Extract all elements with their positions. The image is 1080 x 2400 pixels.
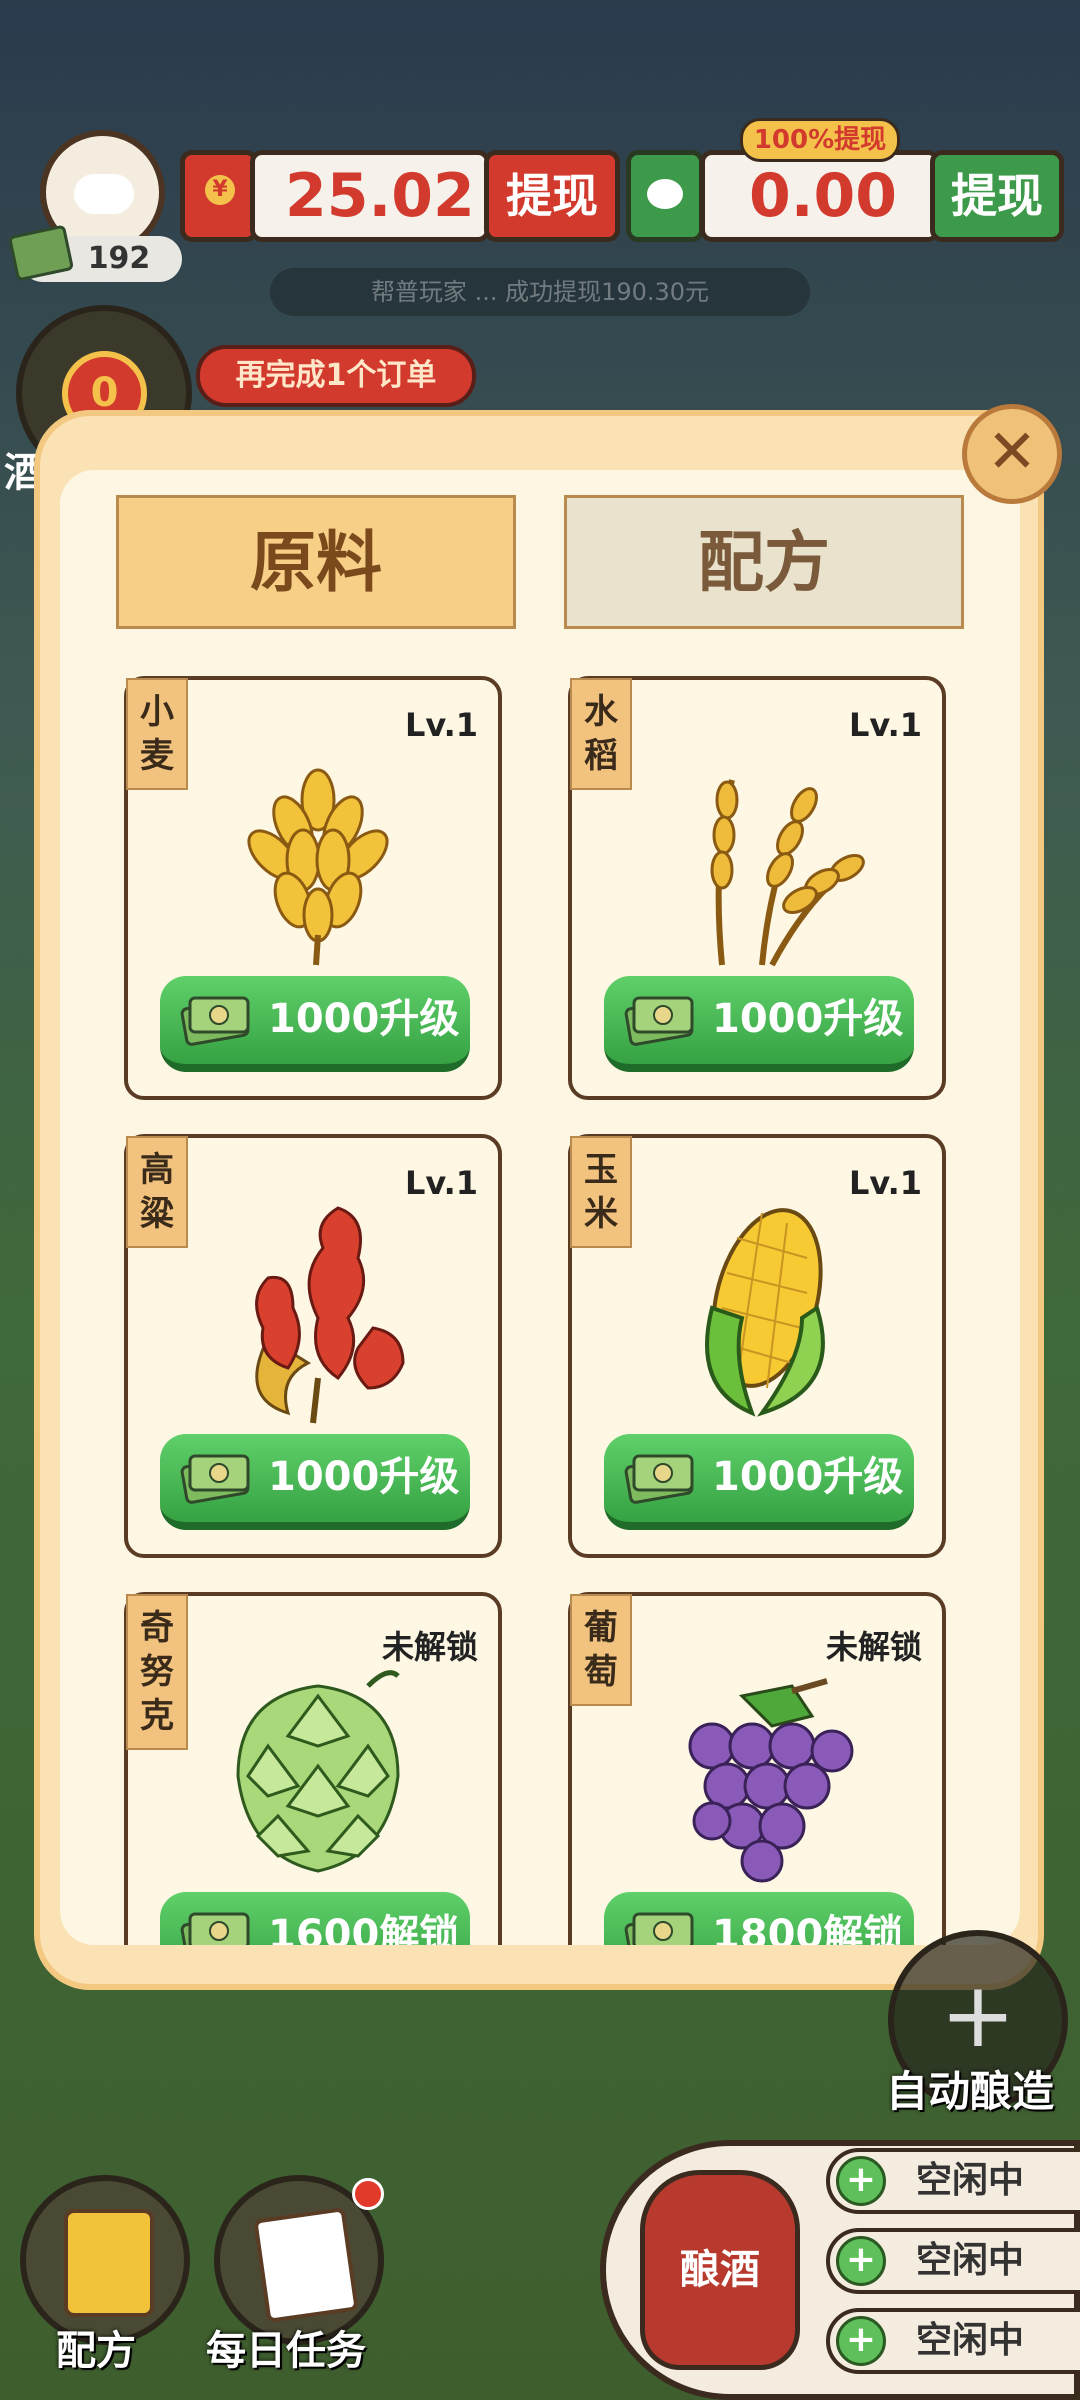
ingredient-card: 玉米 Lv.1 1000升级 bbox=[568, 1134, 946, 1558]
cash-stack-icon bbox=[624, 996, 694, 1046]
plus-icon: + bbox=[836, 2316, 886, 2366]
ingredient-card: 葡萄 未解锁 1800解锁 bbox=[568, 1592, 946, 1945]
ingredient-level: Lv.1 bbox=[848, 1164, 922, 1202]
red-envelope-icon bbox=[180, 150, 258, 242]
ingredient-card: 奇努克 未解锁 1600解锁 bbox=[124, 1592, 502, 1945]
notification-dot bbox=[352, 2178, 384, 2210]
percent-withdraw-tag: 100%提现 bbox=[740, 118, 900, 162]
ingredient-card: 水稻 Lv.1 1000升级 bbox=[568, 676, 946, 1100]
close-button[interactable]: ✕ bbox=[962, 404, 1062, 504]
upgrade-label: 1000升级 bbox=[712, 996, 904, 1042]
balance-value: 25.02 bbox=[285, 161, 475, 231]
upgrade-label: 1000升级 bbox=[712, 1454, 904, 1500]
ingredient-name: 葡萄 bbox=[570, 1594, 632, 1706]
upgrade-label: 1000升级 bbox=[268, 996, 460, 1042]
recipe-label: 配方 bbox=[56, 2328, 136, 2374]
recipe-book-icon bbox=[64, 2209, 154, 2317]
withdraw-ticker: 帮普玩家 ... 成功提现190.30元 bbox=[270, 268, 810, 316]
slot-status: 空闲中 bbox=[916, 2320, 1025, 2361]
upgrade-button[interactable]: 1000升级 bbox=[604, 1434, 914, 1530]
hops-icon bbox=[236, 1670, 400, 1873]
order-hint: 再完成1个订单 bbox=[196, 345, 476, 407]
ticker-text: 帮普玩家 ... 成功提现190.30元 bbox=[370, 278, 710, 306]
ingredient-name: 玉米 bbox=[570, 1136, 632, 1248]
unlock-label: 1800解锁 bbox=[712, 1912, 904, 1945]
cash-stack-icon bbox=[180, 1912, 250, 1945]
cash-stack-icon bbox=[180, 996, 250, 1046]
grape-icon bbox=[688, 1678, 854, 1883]
cash-stack-icon bbox=[624, 1454, 694, 1504]
daily-task-label: 每日任务 bbox=[206, 2328, 366, 2374]
upgrade-button[interactable]: 1000升级 bbox=[160, 976, 470, 1072]
rice-icon bbox=[710, 779, 865, 967]
auto-brew-label: 自动酿造 bbox=[886, 2067, 1055, 2116]
plus-icon: + bbox=[836, 2236, 886, 2286]
ingredient-name: 水稻 bbox=[570, 678, 632, 790]
wechat-balance-box: 0.00 bbox=[700, 150, 940, 242]
tab-ingredients[interactable]: 原料 bbox=[116, 495, 516, 629]
brew-slot[interactable]: + 空闲中 bbox=[826, 2148, 1080, 2214]
wechat-icon bbox=[626, 150, 704, 242]
ingredient-level: Lv.1 bbox=[404, 706, 478, 744]
plus-icon: + bbox=[836, 2156, 886, 2206]
ingredient-name: 小麦 bbox=[126, 678, 188, 790]
upgrade-button[interactable]: 1000升级 bbox=[160, 1434, 470, 1530]
ingredient-level: Lv.1 bbox=[404, 1164, 478, 1202]
ingredient-card: 高粱 Lv.1 1000升级 bbox=[124, 1134, 502, 1558]
wheat-icon bbox=[247, 768, 389, 966]
corn-icon bbox=[705, 1208, 825, 1417]
balance-box: 25.02 bbox=[250, 150, 490, 242]
tab-recipes[interactable]: 配方 bbox=[564, 495, 964, 629]
balance-withdraw-button[interactable]: 提现 bbox=[484, 150, 620, 242]
checklist-icon bbox=[253, 2207, 359, 2323]
cash-stack-icon bbox=[180, 1454, 250, 1504]
cash-stack-icon bbox=[624, 1912, 694, 1945]
brew-slot[interactable]: + 空闲中 bbox=[826, 2228, 1080, 2294]
ingredient-level: Lv.1 bbox=[848, 706, 922, 744]
unlock-label: 1600解锁 bbox=[268, 1912, 460, 1945]
upgrade-button[interactable]: 1000升级 bbox=[604, 976, 914, 1072]
wechat-withdraw-button[interactable]: 提现 bbox=[930, 150, 1064, 242]
ingredient-grid: 小麦 Lv.1 1000升级 水稻 Lv.1 1000升级 高粱 Lv.1 10… bbox=[60, 660, 1020, 1945]
slot-status: 空闲中 bbox=[916, 2160, 1025, 2201]
ingredient-name: 奇努克 bbox=[126, 1594, 188, 1750]
brew-slot[interactable]: + 空闲中 bbox=[826, 2308, 1080, 2374]
unlock-button[interactable]: 1600解锁 bbox=[160, 1892, 470, 1945]
sorghum-icon bbox=[255, 1206, 405, 1424]
ingredient-card: 小麦 Lv.1 1000升级 bbox=[124, 676, 502, 1100]
upgrade-label: 1000升级 bbox=[268, 1454, 460, 1500]
wechat-value: 0.00 bbox=[749, 161, 898, 231]
unlock-button[interactable]: 1800解锁 bbox=[604, 1892, 914, 1945]
ingredient-name: 高粱 bbox=[126, 1136, 188, 1248]
avatar-face bbox=[74, 174, 134, 214]
brew-jar-button[interactable]: 酿酒 bbox=[640, 2170, 800, 2370]
slot-status: 空闲中 bbox=[916, 2240, 1025, 2281]
